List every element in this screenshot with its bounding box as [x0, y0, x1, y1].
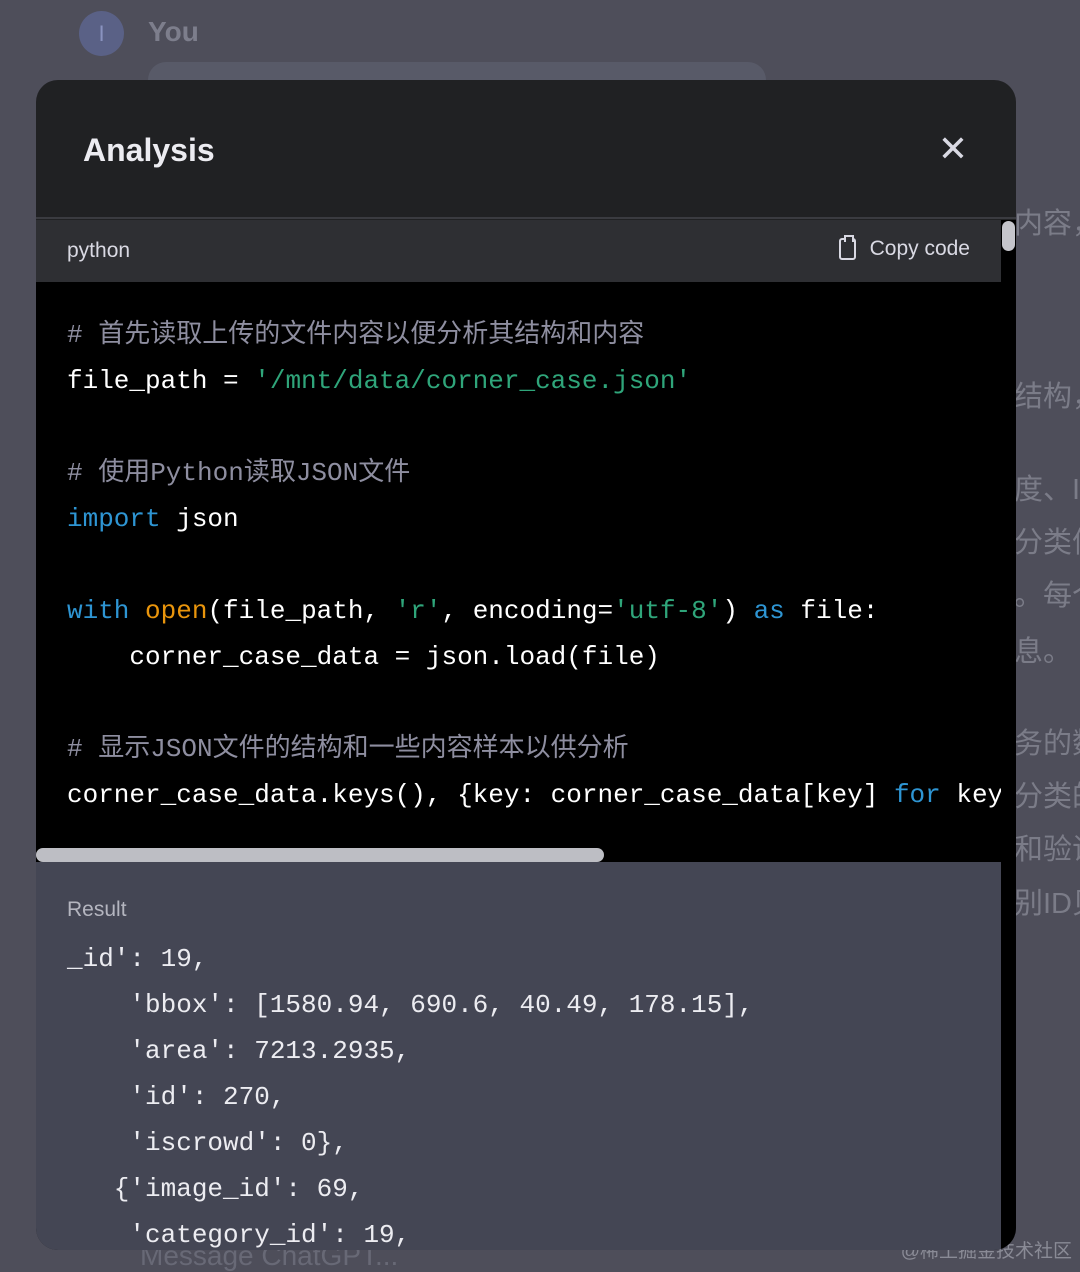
background-text-line: 分类信 — [1014, 527, 1080, 559]
code-token: as — [753, 596, 785, 626]
close-icon[interactable]: ✕ — [934, 130, 972, 168]
code-language: python — [67, 239, 131, 262]
background-text-line: 内容， — [1014, 208, 1080, 240]
background-text-line: 和验证 — [1014, 834, 1080, 866]
background-text-line: 息。 — [1014, 636, 1073, 668]
code-token: 'r' — [394, 596, 442, 626]
result-text: _id': 19, 'bbox': [1580.94, 690.6, 40.49… — [67, 944, 754, 1250]
code-token: ) — [722, 596, 754, 626]
background-text-line: 务的数 — [1014, 728, 1080, 760]
background-text-line: 。每个 — [1014, 580, 1080, 612]
code-token: file_path = — [67, 366, 255, 396]
code-token: , encoding= — [441, 596, 614, 626]
code-token: # 使用Python读取JSON文件 — [67, 458, 411, 488]
modal-title: Analysis — [83, 132, 215, 168]
background-text-line: 分类的 — [1014, 781, 1080, 813]
user-avatar: I — [79, 11, 124, 56]
code-token: import — [67, 504, 161, 534]
background-text-line: 别ID贝 — [1014, 888, 1080, 920]
clipboard-icon — [838, 235, 856, 260]
code-header: python Copy code — [36, 220, 1001, 282]
code-token: open — [145, 596, 208, 626]
code-token: for — [893, 780, 941, 810]
code-token: # 首先读取上传的文件内容以便分析其结构和内容 — [67, 320, 645, 350]
analysis-modal: Analysis ✕ python Copy code # 首先读取上传的文件内… — [36, 80, 1016, 1250]
vertical-scrollbar[interactable] — [1002, 221, 1015, 251]
result-label: Result — [67, 898, 127, 921]
copy-code-label: Copy code — [869, 237, 970, 260]
code-token: file: — [784, 596, 879, 626]
code-text: # 首先读取上传的文件内容以便分析其结构和内容 file_path = '/mn… — [67, 312, 1001, 818]
user-name: You — [148, 16, 199, 47]
code-token: key — [956, 780, 1001, 810]
result-panel: Result _id': 19, 'bbox': [1580.94, 690.6… — [36, 862, 1001, 1250]
vertical-scrollbar-track — [1001, 220, 1016, 1250]
code-block: # 首先读取上传的文件内容以便分析其结构和内容 file_path = '/mn… — [36, 282, 1001, 862]
code-token: corner_case_data.keys(), {key: corner_ca… — [67, 780, 894, 810]
code-token: with — [67, 596, 130, 626]
code-token: json — [160, 504, 239, 534]
copy-code-button[interactable]: Copy code — [838, 235, 970, 261]
background-text-line: 度、ID — [1014, 474, 1080, 506]
code-token: # 显示JSON文件的结构和一些内容样本以供分析 — [67, 734, 629, 764]
code-token: 'utf-8' — [613, 596, 723, 626]
horizontal-scrollbar[interactable] — [36, 848, 604, 862]
code-token: '/mnt/data/corner_case.json' — [254, 366, 692, 396]
code-token: corner_case_data = json.load(file) — [67, 642, 660, 672]
code-token: (file_path, — [207, 596, 395, 626]
background-text-line: 结构， — [1014, 381, 1080, 413]
divider — [36, 217, 1016, 219]
